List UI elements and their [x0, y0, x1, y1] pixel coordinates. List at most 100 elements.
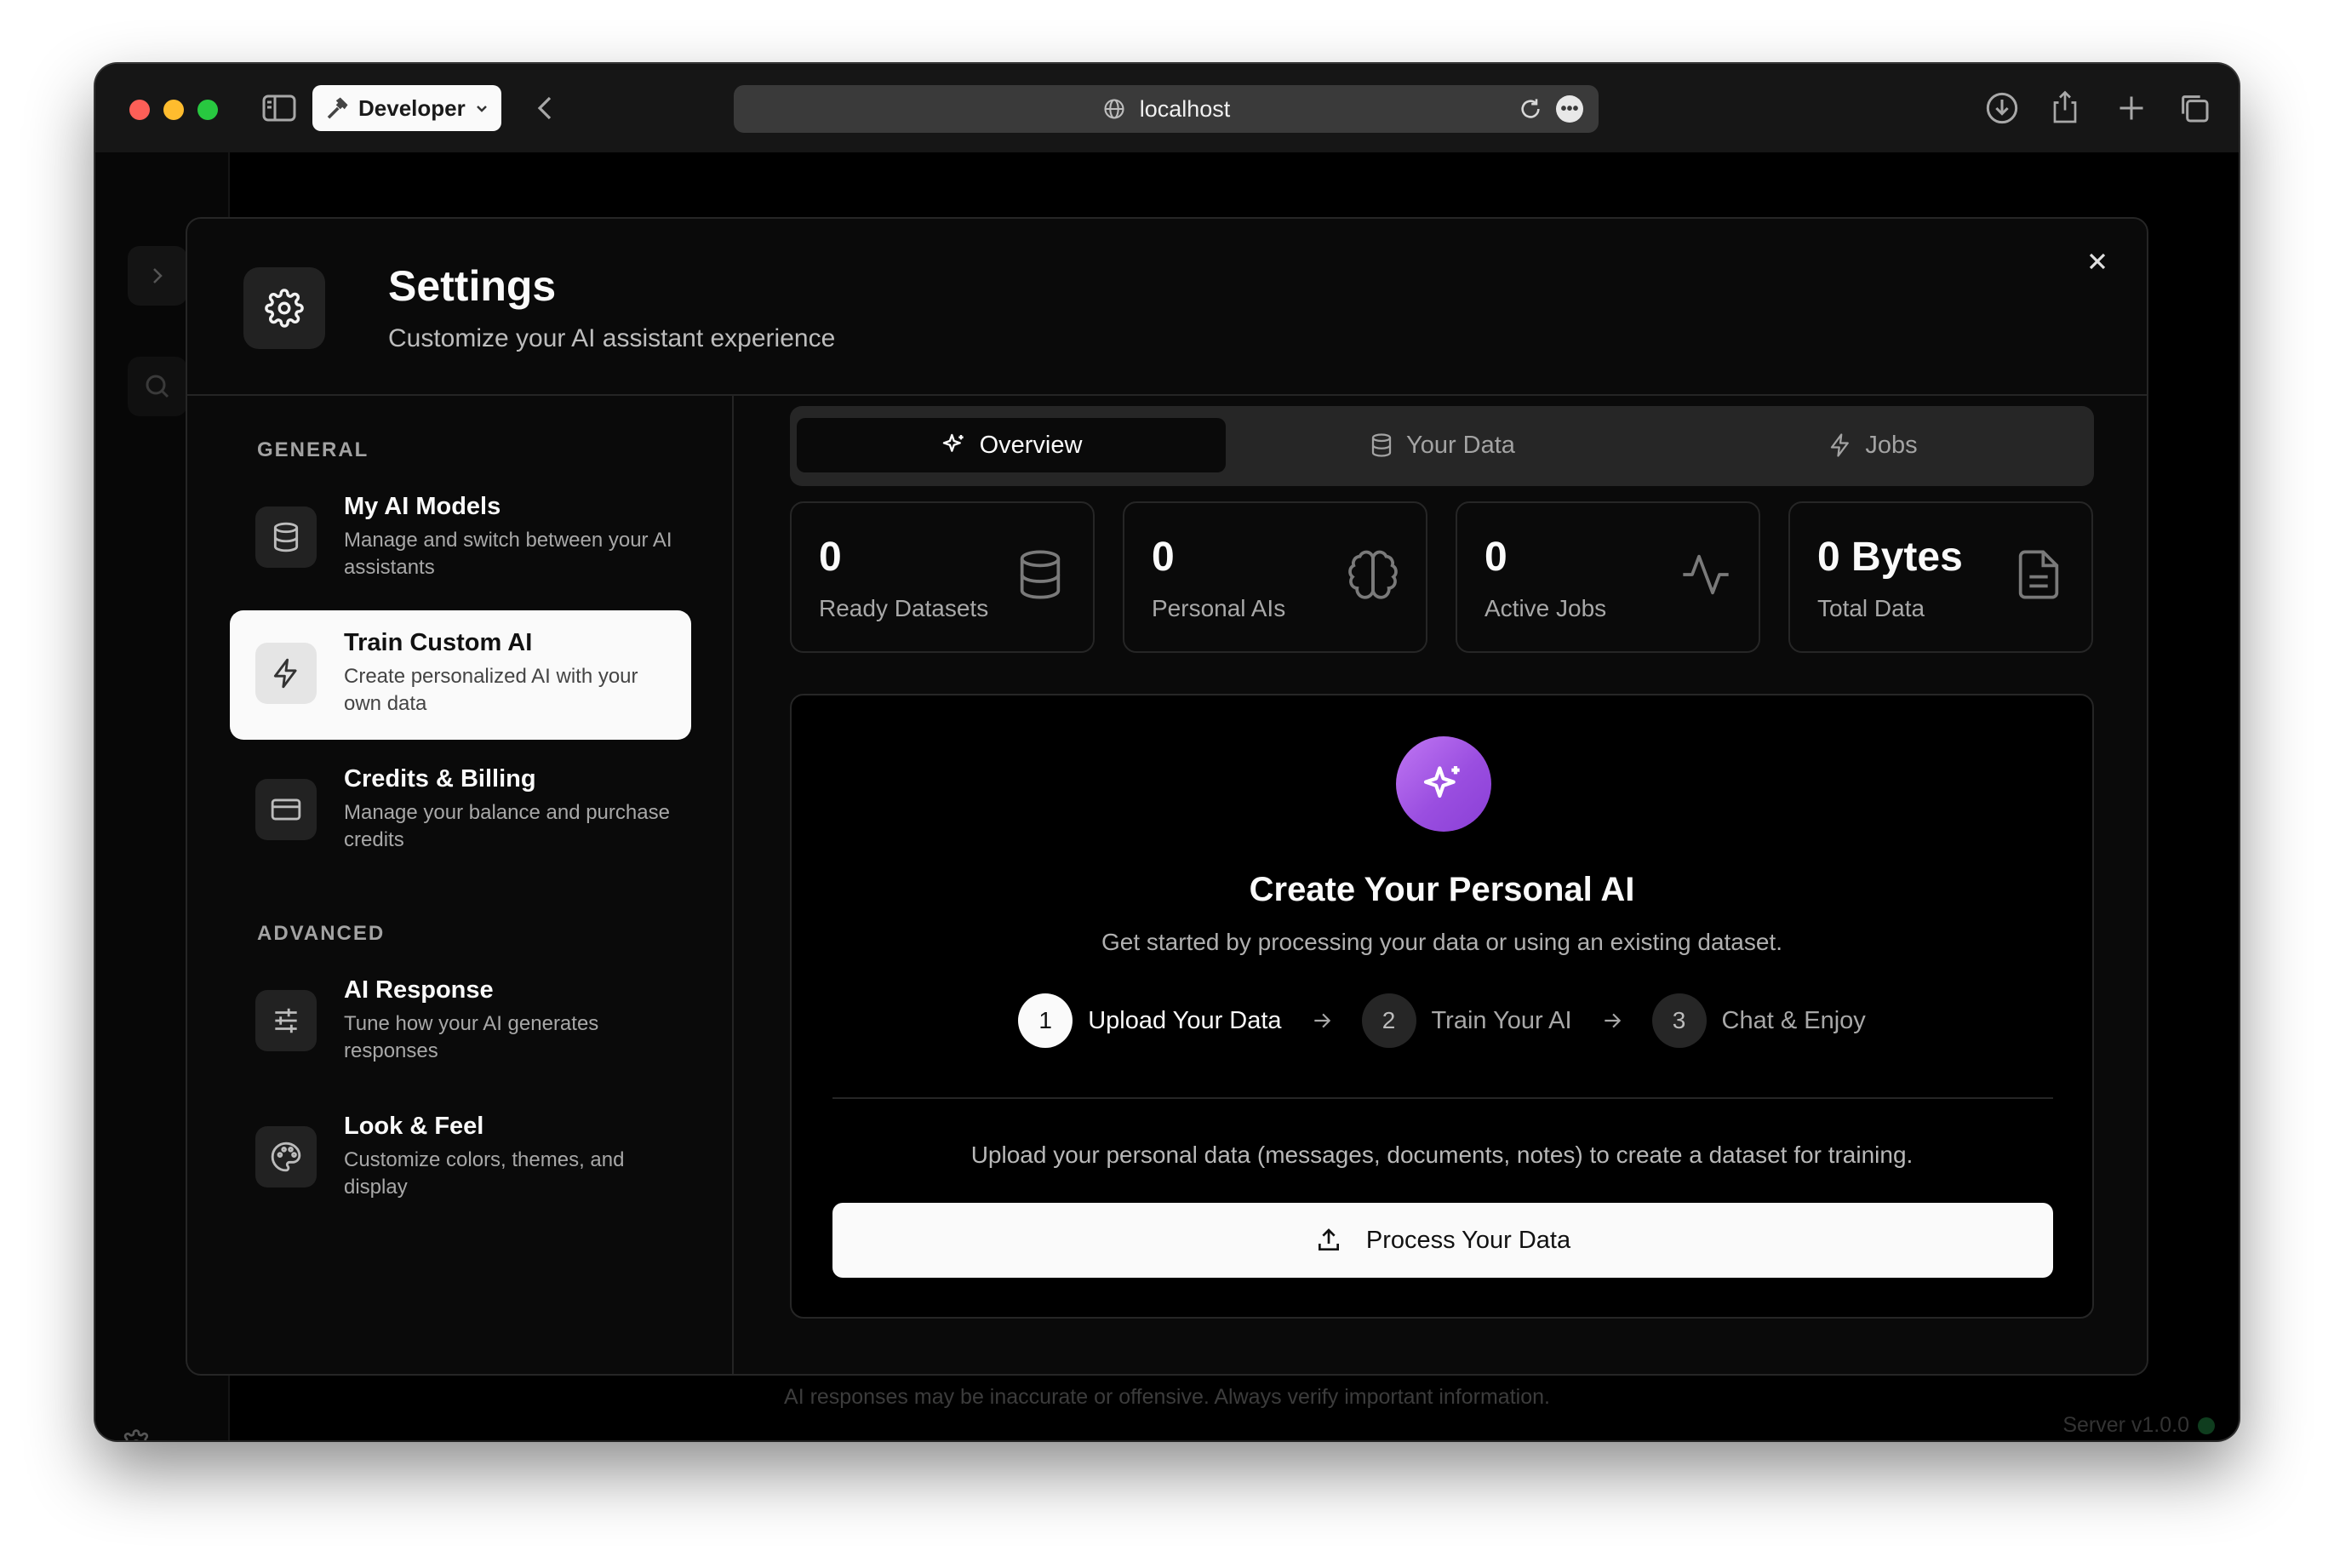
nav-item-my-ai-models[interactable]: My AI Models Manage and switch between y…: [230, 474, 691, 604]
stat-label: Ready Datasets: [819, 595, 989, 621]
database-icon: [1013, 547, 1067, 602]
tab-overview-icon[interactable]: [2177, 91, 2211, 125]
nav-item-ai-response[interactable]: AI Response Tune how your AI generates r…: [230, 958, 691, 1087]
tab-label: Your Data: [1406, 431, 1515, 459]
nav-item-title: Train Custom AI: [344, 629, 533, 656]
activity-icon: [1679, 547, 1733, 602]
address-bar[interactable]: localhost •••: [734, 85, 1599, 133]
step-label: Chat & Enjoy: [1721, 1006, 1866, 1034]
nav-section-general: GENERAL: [257, 438, 369, 461]
more-options-icon[interactable]: •••: [1556, 95, 1583, 123]
lightning-icon: [255, 643, 317, 704]
close-icon[interactable]: [2084, 248, 2111, 275]
stat-card-active-jobs: 0 Active Jobs: [1456, 501, 1760, 653]
arrow-right-icon: [1601, 1010, 1623, 1032]
minimize-window-button[interactable]: [163, 100, 184, 120]
tab-your-data[interactable]: Your Data: [1227, 418, 1656, 472]
tab-label: Jobs: [1865, 431, 1918, 459]
search-icon[interactable]: [128, 357, 187, 416]
database-icon: [255, 506, 317, 568]
server-version-label: Server v1.0.0: [2062, 1413, 2189, 1437]
profile-menu-button[interactable]: Developer: [312, 85, 501, 131]
panel-note: Upload your personal data (messages, doc…: [970, 1142, 1914, 1168]
file-text-icon: [2011, 547, 2066, 602]
stat-value: 0: [1152, 535, 1175, 580]
steps-indicator: 1 Upload Your Data 2 Train Your AI 3 Cha…: [792, 992, 2092, 1050]
nav-item-desc: Tune how your AI generates responses: [344, 1012, 599, 1062]
step-train: 2 Train Your AI: [1361, 993, 1572, 1048]
arrow-right-icon: [1311, 1010, 1333, 1032]
sparkle-icon: [941, 432, 968, 459]
nav-item-desc: Create personalized AI with your own dat…: [344, 665, 638, 715]
database-icon: [1369, 432, 1394, 458]
zoom-window-button[interactable]: [197, 100, 218, 120]
tab-bar: Overview Your Data Jobs: [790, 406, 2094, 486]
modal-subtitle: Customize your AI assistant experience: [388, 324, 836, 352]
url-text: localhost: [1139, 95, 1231, 122]
stat-label: Personal AIs: [1152, 595, 1286, 621]
settings-gear-icon[interactable]: [121, 1429, 152, 1440]
nav-item-train-custom-ai[interactable]: Train Custom AI Create personalized AI w…: [230, 610, 691, 740]
settings-nav: GENERAL My AI Models Manage and switch b…: [187, 396, 734, 1374]
settings-gear-icon: [243, 267, 325, 349]
back-icon[interactable]: [535, 94, 555, 122]
step-label: Upload Your Data: [1088, 1006, 1282, 1034]
chevron-down-icon: [474, 100, 489, 116]
step-label: Train Your AI: [1431, 1006, 1572, 1034]
stat-card-ready-datasets: 0 Ready Datasets: [790, 501, 1095, 653]
brain-icon: [1346, 547, 1400, 602]
globe-icon: [1102, 97, 1126, 121]
download-icon[interactable]: [1985, 91, 2019, 125]
nav-item-title: Look & Feel: [344, 1113, 484, 1140]
nav-item-title: My AI Models: [344, 493, 501, 520]
lightning-icon: [1828, 432, 1853, 458]
sparkle-icon: [1396, 736, 1491, 832]
new-tab-icon[interactable]: [2116, 93, 2147, 123]
stat-label: Total Data: [1817, 595, 1925, 621]
step-upload: 1 Upload Your Data: [1018, 993, 1282, 1048]
process-button-label: Process Your Data: [1365, 1226, 1571, 1254]
nav-section-advanced: ADVANCED: [257, 922, 386, 945]
server-status-dot: [2198, 1416, 2215, 1434]
nav-item-desc: Manage and switch between your AI assist…: [344, 529, 672, 579]
stat-value: 0: [819, 535, 842, 580]
palette-icon: [255, 1126, 317, 1187]
nav-item-title: Credits & Billing: [344, 765, 536, 793]
expand-sidebar-icon[interactable]: [128, 246, 187, 306]
nav-item-desc: Manage your balance and purchase credits: [344, 801, 670, 851]
nav-item-look-feel[interactable]: Look & Feel Customize colors, themes, an…: [230, 1094, 691, 1223]
sidebar-toggle-icon[interactable]: [262, 94, 296, 122]
tab-overview[interactable]: Overview: [797, 418, 1226, 472]
panel-title: Create Your Personal AI: [1249, 871, 1635, 908]
tab-label: Overview: [979, 431, 1083, 459]
step-chat: 3 Chat & Enjoy: [1651, 993, 1866, 1048]
stat-card-total-data: 0 Bytes Total Data: [1788, 501, 2093, 653]
create-ai-panel: Create Your Personal AI Get started by p…: [790, 694, 2094, 1319]
browser-toolbar: Developer localhost •••: [95, 64, 2239, 152]
server-version: Server v1.0.0: [2062, 1413, 2215, 1438]
nav-item-desc: Customize colors, themes, and display: [344, 1148, 625, 1199]
profile-label: Developer: [358, 94, 466, 121]
share-icon[interactable]: [2050, 88, 2080, 125]
reload-icon[interactable]: [1519, 97, 1542, 121]
hammer-icon: [324, 95, 350, 121]
stat-value: 0: [1484, 535, 1507, 580]
panel-subtitle: Get started by processing your data or u…: [1101, 929, 1782, 955]
settings-content: Overview Your Data Jobs 0 Ready Datasets…: [734, 396, 2147, 1374]
stat-label: Active Jobs: [1484, 595, 1607, 621]
process-data-button[interactable]: Process Your Data: [832, 1203, 2053, 1278]
step-number: 1: [1018, 993, 1073, 1048]
credit-card-icon: [255, 779, 317, 840]
browser-window: Developer localhost ••• AI responses may…: [95, 64, 2239, 1440]
nav-item-credits-billing[interactable]: Credits & Billing Manage your balance an…: [230, 747, 691, 876]
stat-card-personal-ais: 0 Personal AIs: [1123, 501, 1427, 653]
sliders-icon: [255, 990, 317, 1051]
disclaimer-text: AI responses may be inaccurate or offens…: [784, 1385, 1550, 1409]
divider: [832, 1097, 2053, 1099]
tab-jobs[interactable]: Jobs: [1658, 418, 2087, 472]
close-window-button[interactable]: [129, 100, 150, 120]
settings-modal: Settings Customize your AI assistant exp…: [186, 217, 2148, 1376]
modal-header: Settings Customize your AI assistant exp…: [187, 219, 2147, 396]
upload-icon: [1315, 1227, 1342, 1254]
nav-item-title: AI Response: [344, 976, 494, 1004]
